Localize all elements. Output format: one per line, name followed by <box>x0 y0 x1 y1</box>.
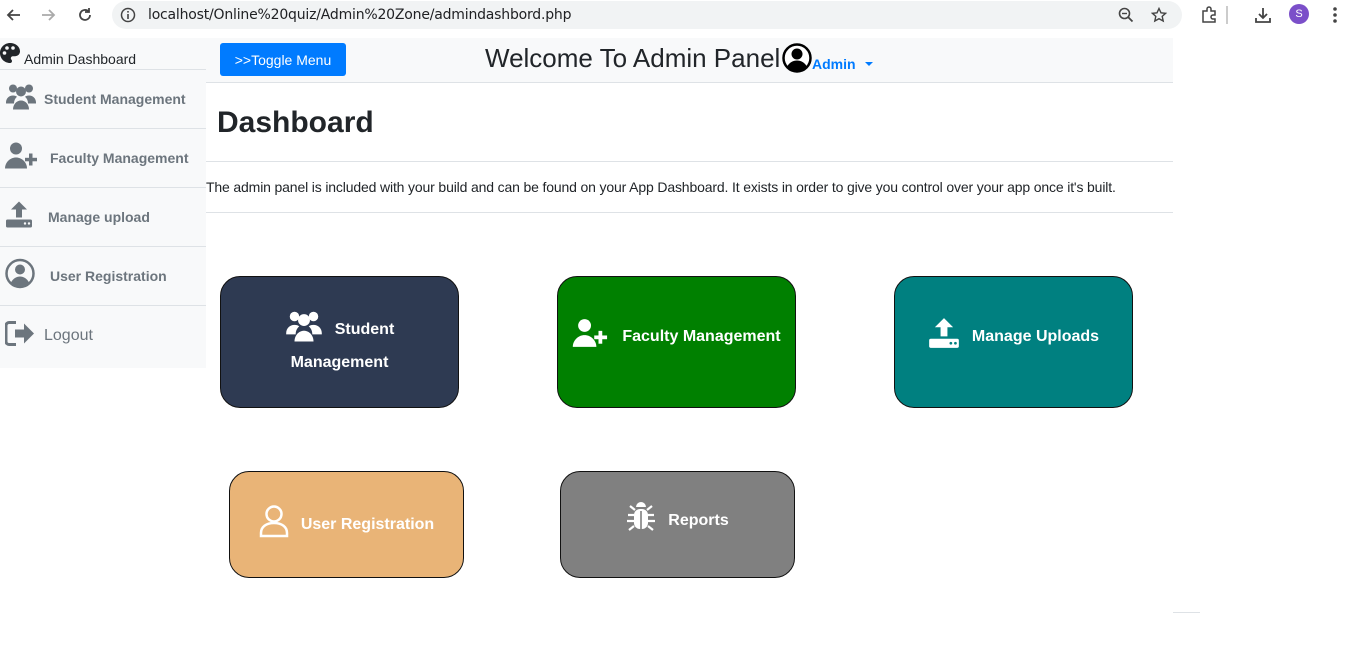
sidebar-item-manage-upload[interactable]: Manage upload <box>0 188 206 247</box>
card-reports[interactable]: Reports <box>560 471 795 578</box>
description-text: The admin panel is included with your bu… <box>206 179 1116 195</box>
sidebar: Admin Dashboard Student Management Facul… <box>0 38 206 368</box>
forward-icon[interactable] <box>37 4 59 26</box>
sidebar-item-faculty-management[interactable]: Faculty Management <box>0 129 206 188</box>
address-bar[interactable]: localhost/Online%20quiz/Admin%20Zone/adm… <box>112 1 1182 29</box>
sidebar-item-logout[interactable]: Logout <box>0 306 206 365</box>
upload-icon <box>928 317 960 357</box>
user-circle-icon <box>5 258 35 294</box>
card-faculty-management[interactable]: Faculty Management <box>557 276 796 408</box>
users-icon <box>5 83 37 116</box>
admin-dropdown[interactable]: Admin <box>812 56 856 72</box>
users-icon <box>285 309 323 351</box>
sidebar-item-label: Manage upload <box>48 209 150 225</box>
zoom-icon[interactable] <box>1116 5 1136 25</box>
chevron-down-icon[interactable] <box>865 62 873 66</box>
card-user-registration[interactable]: User Registration <box>229 471 464 578</box>
reload-icon[interactable] <box>74 4 96 26</box>
bug-icon <box>626 501 656 541</box>
sidebar-item-label: Logout <box>44 326 93 344</box>
profile-avatar[interactable]: S <box>1289 4 1309 24</box>
toggle-menu-button[interactable]: >>Toggle Menu <box>220 43 346 76</box>
card-label: Management <box>290 353 389 371</box>
kebab-menu-icon[interactable] <box>1324 4 1346 26</box>
sidebar-item-label: Faculty Management <box>50 150 189 166</box>
top-navbar: >>Toggle Menu Welcome To Admin Panel Adm… <box>206 38 1173 83</box>
card-label: Student <box>334 320 395 338</box>
url-text: localhost/Online%20quiz/Admin%20Zone/adm… <box>148 7 572 23</box>
card-label: User Registration <box>300 515 435 533</box>
sign-out-icon <box>4 320 35 351</box>
sidebar-item-label: Student Management <box>44 91 186 107</box>
card-student-management[interactable]: Student Management <box>220 276 459 408</box>
sidebar-item-user-registration[interactable]: User Registration <box>0 247 206 306</box>
sidebar-brand-label: Admin Dashboard <box>24 51 137 67</box>
browser-toolbar: localhost/Online%20quiz/Admin%20Zone/adm… <box>0 0 1357 30</box>
divider <box>1173 612 1200 613</box>
page-title: Dashboard <box>217 106 374 139</box>
toolbar-divider <box>1226 6 1228 24</box>
sidebar-item-label: User Registration <box>50 268 167 284</box>
welcome-heading: Welcome To Admin Panel <box>485 43 781 73</box>
upload-icon <box>5 201 33 234</box>
card-label: Reports <box>668 511 729 529</box>
site-info-icon[interactable] <box>118 5 138 25</box>
divider <box>206 161 1173 162</box>
user-plus-icon <box>5 142 39 175</box>
bookmark-star-icon[interactable] <box>1149 5 1169 25</box>
back-icon[interactable] <box>3 4 25 26</box>
downloads-icon[interactable] <box>1252 4 1274 26</box>
user-outline-icon <box>259 504 289 546</box>
palette-icon <box>0 42 20 69</box>
sidebar-brand[interactable]: Admin Dashboard <box>0 40 206 70</box>
user-plus-icon <box>572 318 610 356</box>
extensions-icon[interactable] <box>1198 4 1220 26</box>
card-manage-uploads[interactable]: Manage Uploads <box>894 276 1133 408</box>
user-avatar-icon[interactable] <box>782 43 812 73</box>
card-label: Faculty Management <box>622 328 781 345</box>
sidebar-item-student-management[interactable]: Student Management <box>0 70 206 129</box>
divider <box>206 212 1173 213</box>
card-label: Manage Uploads <box>971 328 1100 345</box>
